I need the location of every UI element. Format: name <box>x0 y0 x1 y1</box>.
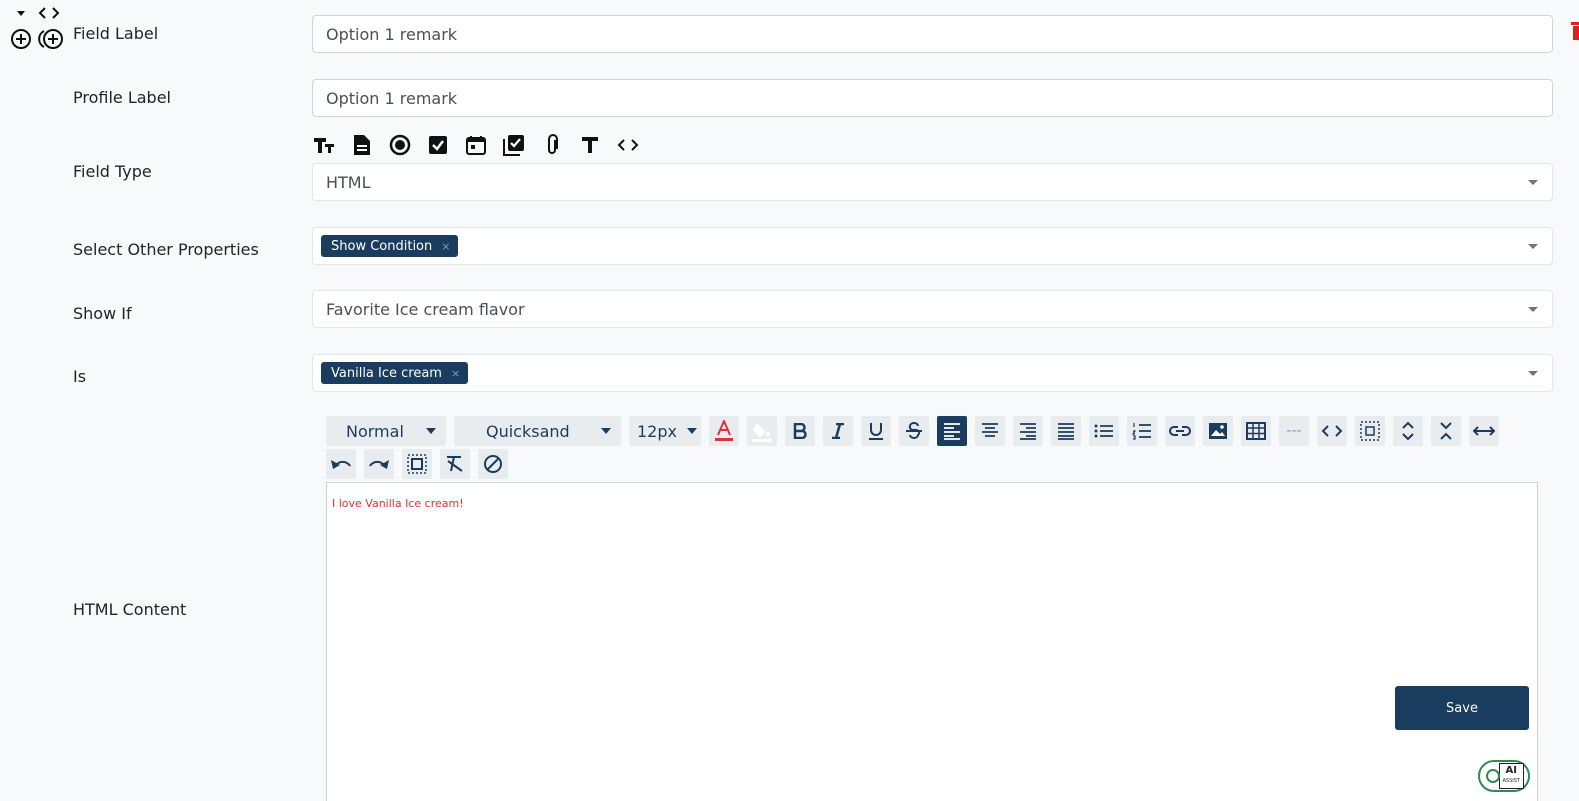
field-label-input[interactable]: Option 1 remark <box>312 15 1553 53</box>
link-icon[interactable] <box>1165 416 1195 446</box>
other-properties-label: Select Other Properties <box>73 240 259 259</box>
italic-icon[interactable] <box>823 416 853 446</box>
expand-vertical-icon[interactable] <box>1393 416 1423 446</box>
paragraph-style-value: Normal <box>346 421 404 441</box>
align-center-icon[interactable] <box>975 416 1005 446</box>
show-condition-chip: Show Condition × <box>321 235 459 257</box>
code-view-icon[interactable] <box>1317 416 1347 446</box>
chevron-down-icon <box>1528 371 1538 376</box>
font-color-icon[interactable] <box>709 416 739 446</box>
radio-icon[interactable] <box>388 133 412 157</box>
field-handle-group <box>10 6 66 50</box>
ai-title: AI <box>1505 765 1517 776</box>
field-label-label: Field Label <box>73 24 159 43</box>
ai-assist-button[interactable]: AI ASSIST <box>1478 760 1530 792</box>
field-type-value: HTML <box>326 172 371 192</box>
profile-label-label: Profile Label <box>73 88 171 107</box>
field-type-label: Field Type <box>73 162 152 181</box>
fullscreen-icon[interactable] <box>1355 416 1385 446</box>
code-icon[interactable] <box>38 6 60 20</box>
chip-remove-icon[interactable]: × <box>451 367 460 380</box>
caret-down-icon <box>426 428 436 434</box>
horizontal-rule-label: --- <box>1286 423 1302 439</box>
calendar-icon[interactable] <box>464 133 488 157</box>
field-label-value: Option 1 remark <box>326 24 458 44</box>
chip-remove-icon[interactable]: × <box>441 240 450 253</box>
select-all-icon[interactable] <box>402 449 432 479</box>
chevron-down-icon <box>1528 244 1538 249</box>
field-type-select[interactable]: HTML <box>312 163 1553 201</box>
highlight-color-icon[interactable] <box>747 416 777 446</box>
code-icon[interactable] <box>616 133 640 157</box>
show-if-select[interactable]: Favorite Ice cream flavor <box>312 290 1553 328</box>
redo-icon[interactable] <box>364 449 394 479</box>
save-button[interactable]: Save <box>1395 686 1529 730</box>
chip-label: Show Condition <box>331 238 433 254</box>
is-label: Is <box>73 367 87 386</box>
ai-assist-label: AI ASSIST <box>1498 763 1524 789</box>
collapse-caret-icon[interactable] <box>16 8 26 18</box>
align-right-icon[interactable] <box>1013 416 1043 446</box>
caret-down-icon <box>601 428 611 434</box>
font-family-value: Quicksand <box>486 421 570 441</box>
image-icon[interactable] <box>1203 416 1233 446</box>
underline-icon[interactable] <box>861 416 891 446</box>
chevron-down-icon <box>1528 307 1538 312</box>
horizontal-rule-icon[interactable]: --- <box>1279 416 1309 446</box>
other-properties-select[interactable]: Show Condition × <box>312 227 1553 265</box>
html-editor[interactable]: I love Vanilla Ice cream! <box>326 482 1538 801</box>
editor-toolbar: Normal Quicksand 12px --- <box>326 416 1538 482</box>
add-group-icon[interactable] <box>38 28 64 50</box>
editor-content: I love Vanilla Ice cream! <box>332 497 464 510</box>
show-if-label: Show If <box>73 304 132 323</box>
font-size-select[interactable]: 12px <box>629 416 701 446</box>
font-family-select[interactable]: Quicksand <box>454 416 621 446</box>
text-size-icon[interactable] <box>312 133 336 157</box>
is-select[interactable]: Vanilla Ice cream × <box>312 354 1553 392</box>
lightbulb-icon <box>1486 769 1500 783</box>
text-icon[interactable] <box>578 133 602 157</box>
caret-down-icon <box>686 428 697 434</box>
profile-label-input[interactable]: Option 1 remark <box>312 79 1553 117</box>
clear-format-icon[interactable] <box>440 449 470 479</box>
collapse-vertical-icon[interactable] <box>1431 416 1461 446</box>
bullet-list-icon[interactable] <box>1089 416 1119 446</box>
show-if-value: Favorite Ice cream flavor <box>326 299 525 319</box>
profile-label-value: Option 1 remark <box>326 88 458 108</box>
numbered-list-icon[interactable] <box>1127 416 1157 446</box>
field-type-icon-bar <box>312 133 640 157</box>
vanilla-chip: Vanilla Ice cream × <box>321 362 469 384</box>
multi-checkbox-icon[interactable] <box>502 133 526 157</box>
add-field-icon[interactable] <box>10 28 32 50</box>
chevron-down-icon <box>1528 180 1538 185</box>
strikethrough-icon[interactable] <box>899 416 929 446</box>
undo-icon[interactable] <box>326 449 356 479</box>
expand-horizontal-icon[interactable] <box>1469 416 1499 446</box>
bold-icon[interactable] <box>785 416 815 446</box>
align-left-icon[interactable] <box>937 416 967 446</box>
checkbox-icon[interactable] <box>426 133 450 157</box>
font-size-value: 12px <box>637 421 677 441</box>
html-content-label: HTML Content <box>73 600 187 619</box>
chip-label: Vanilla Ice cream <box>331 365 442 381</box>
delete-icon[interactable] <box>1567 22 1579 40</box>
paragraph-style-select[interactable]: Normal <box>326 416 446 446</box>
document-icon[interactable] <box>350 133 374 157</box>
block-icon[interactable] <box>478 449 508 479</box>
paperclip-icon[interactable] <box>540 133 564 157</box>
ai-subtitle: ASSIST <box>1502 778 1520 784</box>
table-icon[interactable] <box>1241 416 1271 446</box>
align-justify-icon[interactable] <box>1051 416 1081 446</box>
